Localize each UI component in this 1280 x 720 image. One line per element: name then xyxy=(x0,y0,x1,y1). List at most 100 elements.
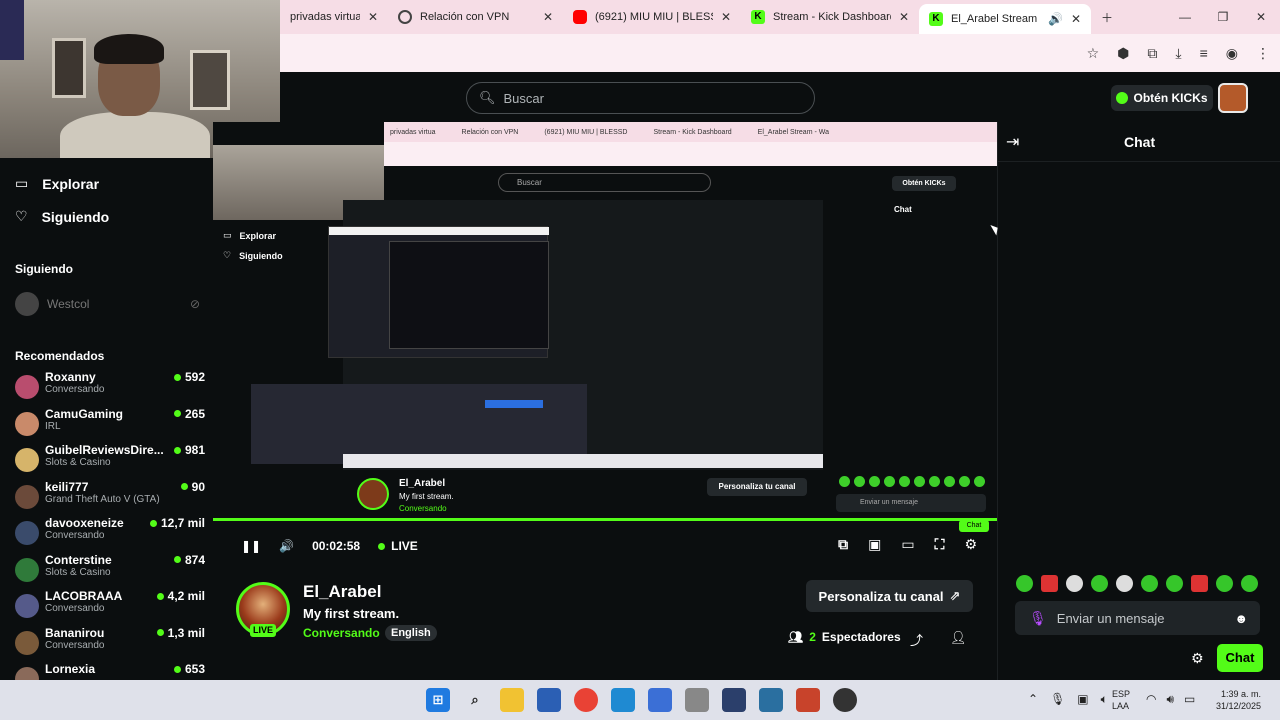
visual-studio-icon[interactable] xyxy=(759,688,783,712)
download-icon[interactable]: ⤓ xyxy=(1175,45,1181,62)
close-window-icon[interactable]: ✕ xyxy=(1242,10,1280,24)
nav-explore[interactable]: ▭ Explorar xyxy=(15,175,99,192)
share-icon[interactable]: ⤴ xyxy=(910,630,923,649)
media-icon[interactable]: ≡ xyxy=(1200,45,1208,61)
star-icon[interactable]: ☆ xyxy=(1087,45,1100,62)
following-item[interactable]: Westcol ⊘ xyxy=(15,292,200,316)
emote-icon[interactable] xyxy=(1041,575,1058,592)
nested-tab: (6921) MIU MIU | BLESSD xyxy=(544,128,628,136)
emote-icon xyxy=(884,476,895,487)
pip-icon[interactable]: ▣ xyxy=(868,536,881,553)
maximize-icon[interactable]: ❐ xyxy=(1204,10,1242,24)
chat-send-button[interactable]: Chat xyxy=(1217,644,1263,672)
close-tab-icon[interactable]: ✕ xyxy=(721,10,731,24)
close-tab-icon[interactable]: ✕ xyxy=(368,10,378,24)
terminal-icon[interactable] xyxy=(722,688,746,712)
clock[interactable]: 1:39 a. m. 31/12/2025 xyxy=(1216,688,1261,712)
elapsed-time: 00:02:58 xyxy=(312,538,361,553)
chrome-icon[interactable] xyxy=(574,688,598,712)
taskbar-apps: ⊞ ⌕ xyxy=(426,688,857,712)
clip-icon[interactable]: ⧉ xyxy=(838,536,848,553)
recommended-item[interactable]: CamuGaming IRL 265 xyxy=(15,407,205,444)
emote-icon[interactable] xyxy=(1016,575,1033,592)
folder-icon[interactable] xyxy=(500,688,524,712)
user-avatar[interactable] xyxy=(1218,83,1248,113)
nested-nav-explore: ▭ Explorar xyxy=(223,230,276,241)
emote-icon[interactable] xyxy=(1091,575,1108,592)
store-icon[interactable] xyxy=(537,688,561,712)
profile-icon[interactable]: ◉ xyxy=(1226,45,1238,62)
obs-icon[interactable] xyxy=(833,688,857,712)
display-icon[interactable]: ▣ xyxy=(1077,692,1088,707)
emote-icon[interactable] xyxy=(1141,575,1158,592)
browser-tab[interactable]: K Stream - Kick Dashboard ✕ xyxy=(741,0,919,34)
settings-icon[interactable]: ⚙ xyxy=(964,536,977,553)
browser-tab-bar: privadas virtual ✕ Relación con VPN ✕ (6… xyxy=(280,0,1280,34)
recommended-item[interactable]: Bananirou Conversando 1,3 mil xyxy=(15,626,205,663)
mute-tab-icon[interactable]: 🔊 xyxy=(1048,12,1063,26)
search-icon[interactable]: ⌕ xyxy=(463,688,487,712)
app-icon[interactable] xyxy=(648,688,672,712)
browser-tab-active[interactable]: K El_Arabel Stream - Wa 🔊 ✕ xyxy=(919,4,1091,34)
browser-tab[interactable]: (6921) MIU MIU | BLESSD ✕ xyxy=(563,0,741,34)
fullscreen-icon[interactable]: ⛶ xyxy=(935,536,945,553)
chevron-up-icon[interactable]: ⌃ xyxy=(1028,692,1038,707)
video-player[interactable]: ▭ Explorar ♡ Siguiendo privadas virtua Rel… xyxy=(213,122,997,563)
mic-icon[interactable]: 🎙︎ xyxy=(1050,692,1065,707)
database-icon[interactable] xyxy=(685,688,709,712)
wifi-icon[interactable]: ◠ xyxy=(1146,692,1156,707)
emote-icon[interactable] xyxy=(1166,575,1183,592)
language-indicator[interactable]: ESP LAA xyxy=(1112,688,1130,712)
stream-tag[interactable]: English xyxy=(385,625,437,641)
minimize-icon[interactable]: — xyxy=(1166,10,1204,24)
browser-tab[interactable]: Relación con VPN ✕ xyxy=(388,0,563,34)
emote-bar xyxy=(1016,575,1258,592)
theater-icon[interactable]: ▭ xyxy=(901,536,914,553)
emote-icon[interactable] xyxy=(1241,575,1258,592)
emote-icon[interactable] xyxy=(1116,575,1133,592)
nested-category: Conversando xyxy=(399,504,447,513)
speaker-icon[interactable]: 🔈︎ xyxy=(1101,692,1108,707)
recommended-item[interactable]: keili777 Grand Theft Auto V (GTA) 90 xyxy=(15,480,205,517)
stream-category[interactable]: Conversando xyxy=(303,626,380,640)
close-tab-icon[interactable]: ✕ xyxy=(1071,12,1081,26)
puzzle-icon[interactable]: ⧉ xyxy=(1147,45,1157,62)
get-kicks-button[interactable]: Obtén KICKs xyxy=(1111,85,1213,111)
chat-message-input[interactable]: 🎙︎ Enviar un mensaje ☻ xyxy=(1015,601,1260,635)
recommended-item[interactable]: Conterstine Slots & Casino 874 xyxy=(15,553,205,590)
recommended-item[interactable]: LACOBRAAA Conversando 4,2 mil xyxy=(15,589,205,626)
recommended-item[interactable]: GuibelReviewsDire... Slots & Casino 981 xyxy=(15,443,205,480)
collapse-chat-icon[interactable]: ⇥ xyxy=(1006,132,1019,152)
streamer-name[interactable]: El_Arabel xyxy=(303,582,381,602)
battery-icon[interactable]: ▭ xyxy=(1184,692,1195,707)
extension-icon[interactable]: ⬢ xyxy=(1117,45,1129,62)
browser-tab[interactable]: privadas virtual ✕ xyxy=(280,0,388,34)
recommended-item[interactable]: davooxeneize Conversando 12,7 mil xyxy=(15,516,205,553)
pause-icon[interactable]: ❚❚ xyxy=(241,539,261,553)
vscode-icon[interactable] xyxy=(611,688,635,712)
search-input[interactable]: 🔍︎ Buscar xyxy=(466,82,815,114)
new-tab-button[interactable]: ＋ xyxy=(1091,0,1123,34)
close-tab-icon[interactable]: ✕ xyxy=(899,10,909,24)
recommended-item[interactable]: Roxanny Conversando 592 xyxy=(15,370,205,407)
nav-following[interactable]: ♡ Siguiendo xyxy=(15,208,109,225)
emote-icon[interactable] xyxy=(1066,575,1083,592)
volume-icon[interactable]: 🔊︎ xyxy=(1166,692,1174,707)
search-icon: 🔍︎ xyxy=(479,90,496,105)
close-tab-icon[interactable]: ✕ xyxy=(543,10,553,24)
emote-icon[interactable] xyxy=(1191,575,1208,592)
player-progress-bar[interactable] xyxy=(213,518,997,521)
volume-icon[interactable]: 🔊 xyxy=(279,539,294,553)
customize-channel-button[interactable]: Personaliza tu canal ⇗ xyxy=(806,580,973,612)
emoji-icon[interactable]: ☻ xyxy=(1234,611,1248,626)
follow-user-icon[interactable]: 👤︎ xyxy=(950,630,967,646)
recommended-list: Roxanny Conversando 592 CamuGaming IRL 265 Gui… xyxy=(15,370,205,699)
emote-icon[interactable] xyxy=(1216,575,1233,592)
chat-settings-icon[interactable]: ⚙ xyxy=(1191,650,1204,667)
mic-icon[interactable]: 🎙︎ xyxy=(1029,610,1047,627)
windows-start-icon[interactable]: ⊞ xyxy=(426,688,450,712)
menu-icon[interactable]: ⋮ xyxy=(1256,45,1270,62)
avatar xyxy=(15,448,39,472)
viewer-number: 2 xyxy=(809,630,816,644)
powerpoint-icon[interactable] xyxy=(796,688,820,712)
